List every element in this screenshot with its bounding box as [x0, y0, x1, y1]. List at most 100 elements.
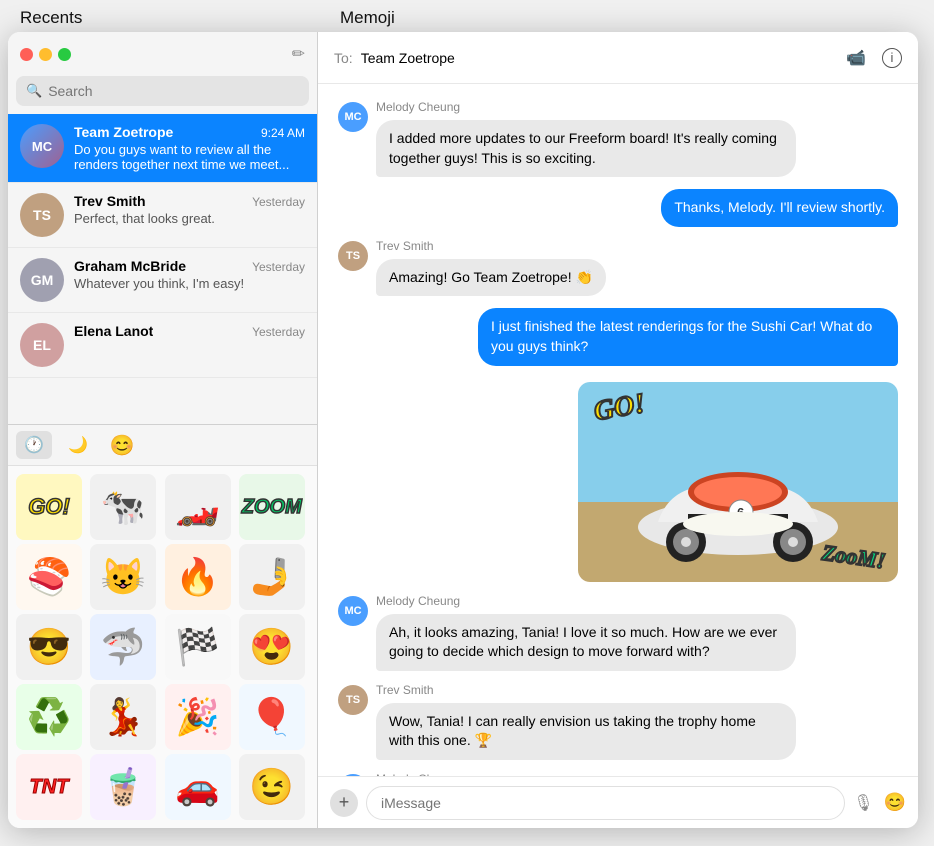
message-group-msg5: 6 GO! ZooM!: [338, 378, 898, 582]
close-button[interactable]: [20, 48, 33, 61]
sticker-balloon[interactable]: 🎈: [239, 684, 305, 750]
sticker-cow-memoji[interactable]: 🐄: [90, 474, 156, 540]
conv-time-elena-lanot: Yesterday: [252, 325, 305, 339]
avatar-melody-cheung-msg6: MC: [338, 596, 368, 626]
message-group-msg1: MC Melody Cheung I added more updates to…: [338, 100, 898, 177]
chat-header-to-label: To:: [334, 50, 353, 66]
sticker-shark[interactable]: 🦈: [90, 614, 156, 680]
avatar-melody-cheung-msg1: MC: [338, 102, 368, 132]
search-icon: 🔍: [26, 83, 42, 99]
conv-name-graham-mcbride: Graham McBride: [74, 258, 186, 274]
message-group-msg6: MC Melody Cheung Ah, it looks amazing, T…: [338, 594, 898, 671]
sticker-tab-memoji[interactable]: 😊: [104, 431, 140, 459]
app-window: ✏ 🔍 MC Team Zoetrope 9:24 AM Do you guys…: [8, 32, 918, 828]
audio-waveform-icon[interactable]: 🎙: [853, 793, 873, 813]
sushi-car-image: 6 GO! ZooM!: [578, 382, 898, 582]
sticker-blue-car[interactable]: 🚗: [165, 754, 231, 820]
chat-messages: MC Melody Cheung I added more updates to…: [318, 84, 918, 776]
avatar-team-zoetrope: MC: [20, 124, 64, 168]
sender-name-msg7: Trev Smith: [376, 683, 796, 697]
sticker-heart-eyes[interactable]: 😍: [239, 614, 305, 680]
conv-body-trev-smith: Trev Smith Yesterday Perfect, that looks…: [74, 193, 305, 226]
message-content-msg3: Trev Smith Amazing! Go Team Zoetrope! 👏: [376, 239, 606, 297]
search-bar: 🔍: [16, 76, 309, 106]
conv-time-graham-mcbride: Yesterday: [252, 260, 305, 274]
sidebar-titlebar: ✏: [8, 32, 317, 76]
sticker-wink-memoji[interactable]: 😉: [239, 754, 305, 820]
sticker-dancer-memoji[interactable]: 💃: [90, 684, 156, 750]
sticker-tab-recents[interactable]: 🕐: [16, 431, 52, 459]
sticker-fire[interactable]: 🔥: [165, 544, 231, 610]
message-group-msg3: TS Trev Smith Amazing! Go Team Zoetrope!…: [338, 239, 898, 297]
sticker-sushi[interactable]: 🍣: [16, 544, 82, 610]
sticker-cat[interactable]: 😺: [90, 544, 156, 610]
chat-header-name: Team Zoetrope: [361, 50, 455, 66]
memoji-label: Memoji: [340, 8, 395, 28]
sticker-sunglasses-memoji[interactable]: 😎: [16, 614, 82, 680]
conversation-item-team-zoetrope[interactable]: MC Team Zoetrope 9:24 AM Do you guys wan…: [8, 114, 317, 183]
sushi-car-background: 6 GO! ZooM!: [578, 382, 898, 582]
sidebar: ✏ 🔍 MC Team Zoetrope 9:24 AM Do you guys…: [8, 32, 318, 828]
sticker-foam-finger[interactable]: 🎉: [165, 684, 231, 750]
conv-time-team-zoetrope: 9:24 AM: [261, 126, 305, 140]
new-message-button[interactable]: ✏: [292, 44, 305, 64]
conv-body-team-zoetrope: Team Zoetrope 9:24 AM Do you guys want t…: [74, 124, 305, 172]
conv-name-team-zoetrope: Team Zoetrope: [74, 124, 173, 140]
conversation-item-graham-mcbride[interactable]: GM Graham McBride Yesterday Whatever you…: [8, 248, 317, 313]
sticker-tabs: 🕐 🌙 😊: [8, 425, 317, 466]
recents-label: Recents: [20, 8, 82, 28]
chat-input-icons: 🎙 😊: [853, 792, 906, 813]
avatar-trev-smith-msg7: TS: [338, 685, 368, 715]
message-group-msg2: Thanks, Melody. I'll review shortly.: [338, 189, 898, 227]
sticker-panel: 🕐 🌙 😊 GO! 🐄 🏎️ ZOOM 🍣 😺 🔥 🤳: [8, 424, 317, 828]
emoji-icon[interactable]: 😊: [884, 792, 906, 813]
sticker-tnt[interactable]: TNT: [16, 754, 82, 820]
chat-header: To: Team Zoetrope 📹 i: [318, 32, 918, 84]
sticker-tab-moon[interactable]: 🌙: [60, 431, 96, 459]
bubble-msg2: Thanks, Melody. I'll review shortly.: [661, 189, 898, 227]
message-input[interactable]: [366, 786, 845, 820]
conv-body-elena-lanot: Elena Lanot Yesterday: [74, 323, 305, 341]
message-content-msg1: Melody Cheung I added more updates to ou…: [376, 100, 796, 177]
bubble-msg6: Ah, it looks amazing, Tania! I love it s…: [376, 614, 796, 671]
sticker-go[interactable]: GO!: [16, 474, 82, 540]
avatar-graham-mcbride: GM: [20, 258, 64, 302]
sticker-bubble-tea[interactable]: 🧋: [90, 754, 156, 820]
conv-body-graham-mcbride: Graham McBride Yesterday Whatever you th…: [74, 258, 305, 291]
sticker-race-car[interactable]: 🏎️: [165, 474, 231, 540]
video-call-icon[interactable]: 📹: [846, 48, 866, 68]
minimize-button[interactable]: [39, 48, 52, 61]
chat-input-area: + 🎙 😊: [318, 776, 918, 828]
avatar-trev-smith: TS: [20, 193, 64, 237]
conv-preview-team-zoetrope: Do you guys want to review all the rende…: [74, 142, 305, 172]
add-attachment-button[interactable]: +: [330, 789, 358, 817]
conv-preview-graham-mcbride: Whatever you think, I'm easy!: [74, 276, 305, 291]
sticker-checkered-flag[interactable]: 🏁: [165, 614, 231, 680]
conversation-list: MC Team Zoetrope 9:24 AM Do you guys wan…: [8, 114, 317, 424]
bubble-msg4: I just finished the latest renderings fo…: [478, 308, 898, 365]
conversation-item-elena-lanot[interactable]: EL Elena Lanot Yesterday: [8, 313, 317, 378]
conv-name-trev-smith: Trev Smith: [74, 193, 146, 209]
sticker-selfie-girl[interactable]: 🤳: [239, 544, 305, 610]
conv-preview-trev-smith: Perfect, that looks great.: [74, 211, 305, 226]
conv-name-elena-lanot: Elena Lanot: [74, 323, 153, 339]
traffic-lights: [20, 48, 71, 61]
sticker-grid: GO! 🐄 🏎️ ZOOM 🍣 😺 🔥 🤳 😎 🦈 🏁 😍 ♻️: [8, 466, 317, 828]
avatar-elena-lanot: EL: [20, 323, 64, 367]
sticker-zoom[interactable]: ZOOM: [239, 474, 305, 540]
sender-name-msg6: Melody Cheung: [376, 594, 796, 608]
sender-name-msg3: Trev Smith: [376, 239, 606, 253]
message-group-msg7: TS Trev Smith Wow, Tania! I can really e…: [338, 683, 898, 760]
search-input[interactable]: [48, 83, 299, 99]
message-content-msg7: Trev Smith Wow, Tania! I can really envi…: [376, 683, 796, 760]
chat-header-icons: 📹 i: [846, 48, 902, 68]
conversation-item-trev-smith[interactable]: TS Trev Smith Yesterday Perfect, that lo…: [8, 183, 317, 248]
avatar-trev-smith-msg3: TS: [338, 241, 368, 271]
conv-time-trev-smith: Yesterday: [252, 195, 305, 209]
bubble-msg7: Wow, Tania! I can really envision us tak…: [376, 703, 796, 760]
info-icon[interactable]: i: [882, 48, 902, 68]
bubble-msg1: I added more updates to our Freeform boa…: [376, 120, 796, 177]
sticker-recycle[interactable]: ♻️: [16, 684, 82, 750]
maximize-button[interactable]: [58, 48, 71, 61]
sender-name-msg1: Melody Cheung: [376, 100, 796, 114]
